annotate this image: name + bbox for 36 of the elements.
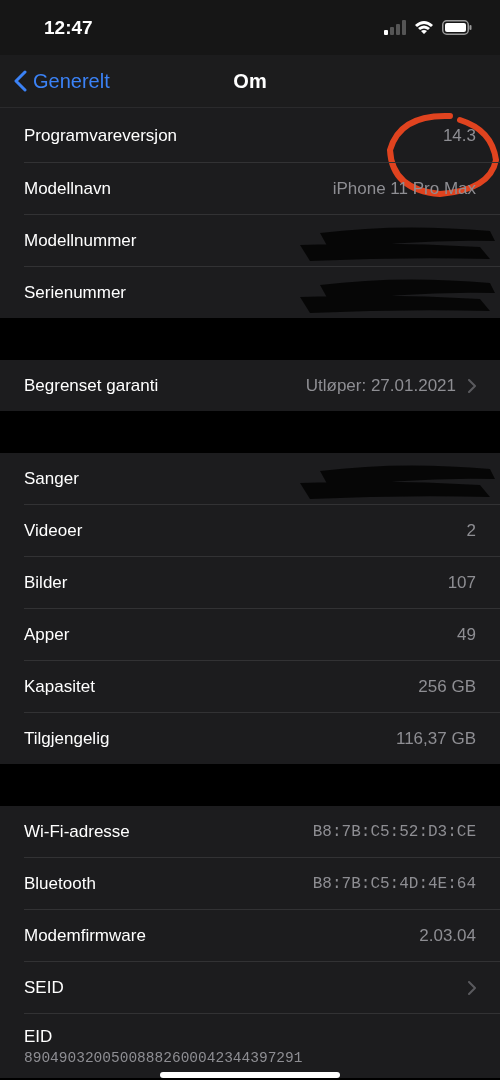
row-value: 49 (457, 624, 476, 645)
row-label: Modemfirmware (24, 925, 146, 946)
row-value: 14.3 (442, 126, 476, 146)
clock: 12:47 (44, 16, 93, 39)
chevron-left-icon (14, 70, 27, 92)
row-value: B8:7B:C5:52:D3:CE (312, 822, 476, 841)
row-value: 89049032005008882600042344397291 (24, 1049, 303, 1066)
row-value: 2.03.04 (419, 925, 476, 946)
row-label: Modellnavn (24, 178, 111, 199)
row-value: Utløper: 27.01.2021 (305, 375, 456, 396)
row-value: 107 (447, 572, 476, 593)
chevron-right-icon[interactable] (468, 980, 476, 995)
row-value: 116,37 GB (395, 728, 476, 749)
row-label: Modellnummer (24, 230, 137, 251)
row-label: Wi-Fi-adresse (24, 821, 130, 842)
row-label: Serienummer (24, 282, 127, 303)
wifi-icon (414, 20, 434, 35)
back-button[interactable]: Generelt (14, 69, 110, 93)
row-label: EID (24, 1026, 53, 1047)
row-label: Bilder (24, 572, 68, 593)
row-label[interactable]: SEID (24, 977, 64, 998)
row-label[interactable]: Begrenset garanti (24, 375, 159, 396)
row-label: Apper (24, 624, 70, 645)
row-label: Kapasitet (24, 676, 95, 697)
row-value: 256 GB (418, 676, 476, 697)
row-label: Videoer (24, 520, 83, 541)
battery-icon (442, 20, 472, 35)
chevron-right-icon[interactable] (468, 378, 476, 393)
row-label: Tilgjengelig (24, 728, 110, 749)
row-value: B8:7B:C5:4D:4E:64 (312, 874, 476, 893)
row-label: Bluetooth (24, 873, 96, 894)
row-value: 2 (466, 520, 476, 541)
row-label: Programvareversjon (24, 126, 178, 146)
row-label: Sanger (24, 468, 79, 489)
signal-icon (384, 20, 406, 35)
page-title: Om (233, 69, 267, 93)
